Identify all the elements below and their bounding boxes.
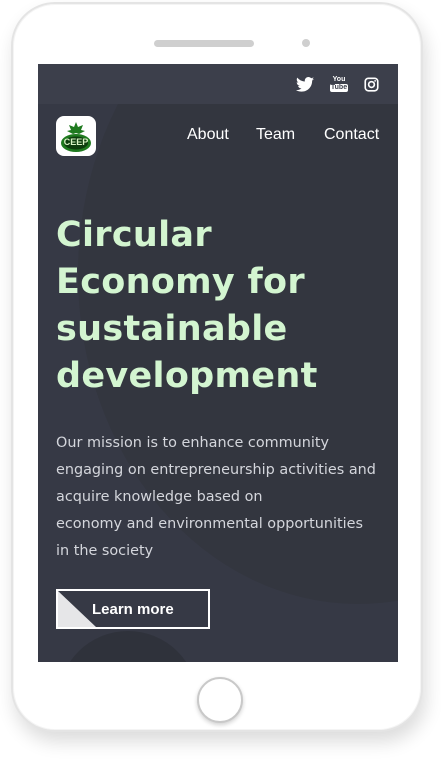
hero-title: Circular Economy for sustainable develop… [56, 212, 386, 400]
hero-title-line: Circular [56, 215, 212, 255]
youtube-icon-bottom-text: Tube [329, 84, 349, 92]
ceep-logo[interactable]: CEEP [56, 116, 96, 156]
mission-line: acquire knowledge based on [56, 489, 263, 505]
instagram-icon[interactable] [361, 74, 381, 94]
navbar: CEEP About Team Contact [38, 104, 398, 168]
hero-title-line: Economy for [56, 262, 305, 302]
learn-more-button[interactable]: Learn more [56, 589, 210, 629]
mission-line: in the society [56, 543, 154, 559]
twitter-icon[interactable] [295, 74, 315, 94]
phone-camera [302, 39, 310, 47]
phone-speaker [154, 40, 254, 47]
youtube-icon-top-text: You [332, 76, 346, 83]
nav-link-contact[interactable]: Contact [324, 126, 379, 144]
phone-home-button[interactable] [197, 677, 243, 723]
button-corner-decoration [58, 591, 96, 627]
learn-more-label: Learn more [92, 601, 174, 618]
nav-link-about[interactable]: About [187, 126, 229, 144]
nav-link-team[interactable]: Team [256, 126, 295, 144]
screen: You Tube CEEP About Team Contact Circula… [38, 64, 398, 662]
mission-line: engaging on entrepreneurship activities … [56, 462, 376, 478]
logo-leaf-icon [61, 122, 91, 152]
youtube-icon[interactable]: You Tube [329, 74, 349, 94]
mission-line: economy and environmental opportunities [56, 516, 363, 532]
logo-text: CEEP [63, 137, 89, 147]
social-bar: You Tube [38, 64, 398, 104]
hero-title-line: development [56, 356, 318, 396]
hero-title-line: sustainable [56, 309, 288, 349]
mission-line: Our mission is to enhance community [56, 435, 330, 451]
background-shape-small [58, 631, 198, 662]
mission-text: Our mission is to enhance community enga… [56, 430, 391, 565]
phone-frame: You Tube CEEP About Team Contact Circula… [11, 2, 423, 732]
